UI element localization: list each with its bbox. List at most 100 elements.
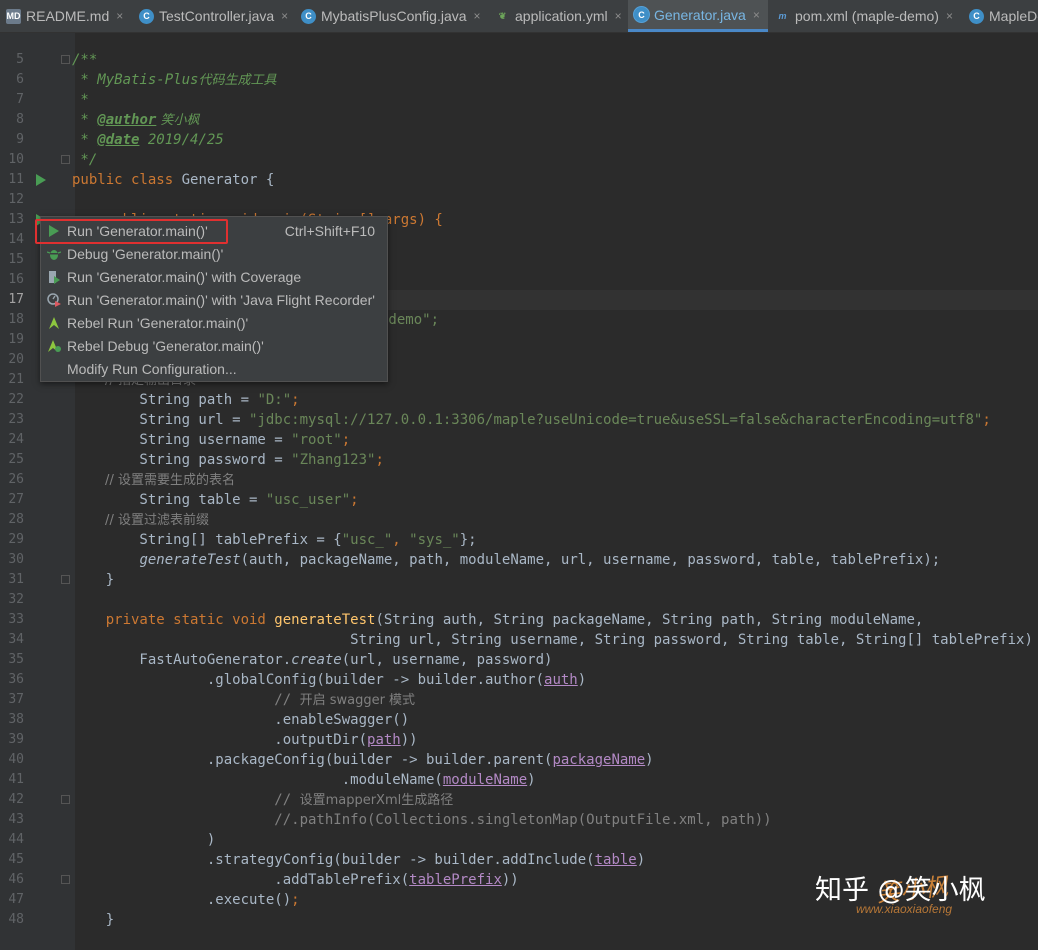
line-number: 31 bbox=[8, 572, 24, 587]
code-line: String[] tablePrefix = {"usc_", "sys_"}; bbox=[72, 530, 476, 550]
string-literal: "usc_user" bbox=[265, 492, 351, 508]
string-literal: "root" bbox=[291, 432, 342, 448]
code-text: String url = bbox=[72, 412, 250, 428]
close-icon[interactable]: × bbox=[753, 8, 760, 22]
code-line: String username = "root"; bbox=[72, 432, 351, 448]
code-text: .outputDir( bbox=[72, 732, 368, 748]
line-number: 30 bbox=[8, 552, 24, 567]
menu-item-label: Run 'Generator.main()' with 'Java Flight… bbox=[67, 291, 375, 308]
line-comment: 设置mapperXml生成路径 bbox=[299, 793, 454, 808]
code-line: FastAutoGenerator.create(url, username, … bbox=[72, 650, 552, 670]
line-number: 28 bbox=[8, 512, 24, 527]
code-line: } bbox=[72, 570, 114, 590]
close-icon[interactable]: × bbox=[615, 9, 622, 23]
line-number: 36 bbox=[8, 672, 24, 687]
close-icon[interactable]: × bbox=[281, 9, 288, 23]
fold-icon[interactable] bbox=[61, 575, 70, 584]
line-number: 21 bbox=[8, 372, 24, 387]
parameter-ref: auth bbox=[544, 672, 578, 688]
code-text: ) bbox=[577, 672, 587, 688]
line-number: 32 bbox=[8, 592, 24, 607]
tab-mybatisplusconfig[interactable]: C MybatisPlusConfig.java × bbox=[295, 0, 488, 32]
keyword: private static void bbox=[105, 612, 275, 628]
menu-item-modify-config[interactable]: Modify Run Configuration... bbox=[41, 357, 387, 380]
menu-item-label: Rebel Run 'Generator.main()' bbox=[67, 314, 249, 331]
doc-comment: * MyBatis-Plus bbox=[72, 72, 199, 88]
code-text: ) bbox=[527, 772, 536, 788]
tab-testcontroller[interactable]: C TestController.java × bbox=[133, 0, 294, 32]
line-number: 6 bbox=[16, 72, 24, 87]
code-line: private static void generateTest(String … bbox=[72, 610, 924, 630]
code-line: generateTest(auth, packageName, path, mo… bbox=[72, 550, 940, 570]
menu-item-rebel-debug[interactable]: Rebel Debug 'Generator.main()' bbox=[41, 334, 387, 357]
string-literal: "Zhang123" bbox=[291, 452, 376, 468]
method-call: generateTest bbox=[139, 552, 241, 568]
code-text: String[] tablePrefix = { bbox=[72, 532, 342, 548]
code-line: .globalConfig(builder -> builder.author(… bbox=[72, 670, 586, 690]
line-number: 19 bbox=[8, 332, 24, 347]
menu-item-run-coverage[interactable]: Run 'Generator.main()' with Coverage bbox=[41, 265, 387, 288]
parameter-ref: tablePrefix bbox=[409, 872, 502, 888]
doc-comment: * bbox=[72, 112, 98, 128]
tab-generator[interactable]: C Generator.java × bbox=[628, 0, 768, 32]
line-number: 34 bbox=[8, 632, 24, 647]
code-text: String username = bbox=[72, 432, 292, 448]
line-comment: // bbox=[72, 792, 300, 808]
coverage-icon bbox=[46, 269, 62, 285]
line-number: 14 bbox=[8, 232, 24, 247]
tab-readme[interactable]: MD README.md × bbox=[0, 0, 132, 32]
code-line: String table = "usc_user"; bbox=[72, 492, 359, 508]
line-number: 29 bbox=[8, 532, 24, 547]
code-text: String password = bbox=[72, 452, 292, 468]
menu-item-debug[interactable]: Debug 'Generator.main()' bbox=[41, 242, 387, 265]
line-number: 22 bbox=[8, 392, 24, 407]
fold-icon[interactable] bbox=[61, 795, 70, 804]
doc-comment: * bbox=[72, 92, 89, 108]
fold-icon[interactable] bbox=[61, 55, 70, 64]
close-icon[interactable]: × bbox=[116, 9, 123, 23]
code-text: String path = bbox=[72, 392, 258, 408]
code-text: } bbox=[72, 912, 115, 928]
fold-icon[interactable] bbox=[61, 155, 70, 164]
tab-mapledemo[interactable]: C MapleDe bbox=[963, 0, 1038, 32]
close-icon[interactable]: × bbox=[946, 9, 953, 23]
method-declaration: generateTest bbox=[274, 612, 376, 628]
fold-icon[interactable] bbox=[61, 875, 70, 884]
jrebel-debug-icon bbox=[46, 338, 62, 354]
code-line: // 设置需要生成的表名 bbox=[72, 470, 235, 490]
code-line: .enableSwagger() bbox=[72, 710, 409, 730]
code-line: ) bbox=[72, 830, 215, 850]
code-editor[interactable]: 5 6 7 8 9 10 11 12 13 14 15 16 17 18 19 … bbox=[0, 33, 1038, 950]
line-number: 11 bbox=[8, 172, 24, 187]
code-text: ) bbox=[636, 852, 646, 868]
code-line: String url, String username, String pass… bbox=[72, 630, 1038, 650]
code-line: String url = "jdbc:mysql://127.0.0.1:330… bbox=[72, 412, 991, 428]
doc-comment: * bbox=[72, 132, 98, 148]
menu-item-run-jfr[interactable]: Run 'Generator.main()' with 'Java Flight… bbox=[41, 288, 387, 311]
line-number: 25 bbox=[8, 452, 24, 467]
menu-shortcut: Ctrl+Shift+F10 bbox=[284, 222, 375, 239]
flight-recorder-icon bbox=[46, 292, 62, 308]
code-line: // 设置mapperXml生成路径 bbox=[72, 790, 453, 810]
editor-tab-bar: MD README.md × C TestController.java × C… bbox=[0, 0, 1038, 33]
close-icon[interactable]: × bbox=[474, 9, 481, 23]
code-text: (String auth, String packageName, String… bbox=[375, 612, 924, 628]
tab-pom-xml[interactable]: m pom.xml (maple-demo) × bbox=[769, 0, 962, 32]
tab-application-yml[interactable]: ❦ application.yml × bbox=[489, 0, 627, 32]
maven-icon: m bbox=[778, 11, 787, 21]
highlight-box bbox=[35, 219, 228, 244]
line-number: 40 bbox=[8, 752, 24, 767]
menu-item-rebel-run[interactable]: Rebel Run 'Generator.main()' bbox=[41, 311, 387, 334]
run-gutter-icon[interactable] bbox=[36, 174, 46, 186]
watermark-text: 知乎 @笑小枫 bbox=[815, 875, 986, 906]
code-text: ) bbox=[645, 752, 654, 768]
doc-tag: @author bbox=[97, 112, 157, 128]
code-text: .addTablePrefix( bbox=[72, 872, 410, 888]
line-number: 35 bbox=[8, 652, 24, 667]
line-gutter: 5 6 7 8 9 10 11 12 13 14 15 16 17 18 19 … bbox=[0, 33, 75, 950]
yaml-file-icon: ❦ bbox=[498, 10, 507, 21]
line-number: 12 bbox=[8, 192, 24, 207]
doc-tag: @date bbox=[97, 132, 140, 148]
line-number: 7 bbox=[16, 92, 24, 107]
code-line: * MyBatis-Plus代码生成工具 bbox=[72, 70, 276, 90]
